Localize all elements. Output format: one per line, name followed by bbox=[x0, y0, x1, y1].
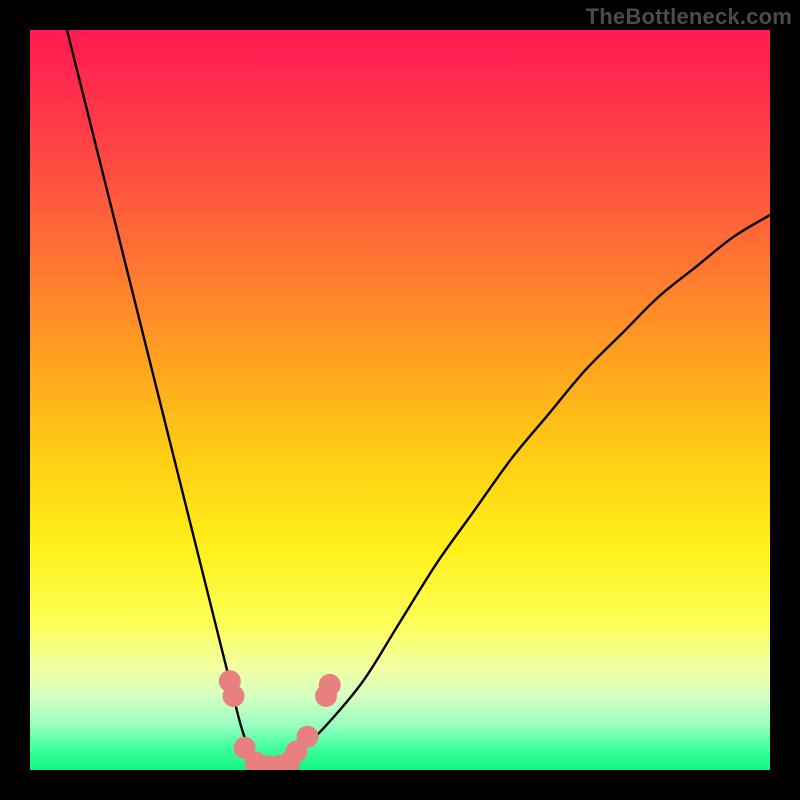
marker-point bbox=[297, 726, 319, 748]
chart-frame: TheBottleneck.com bbox=[0, 0, 800, 800]
bottleneck-curve bbox=[67, 30, 770, 770]
marker-point bbox=[319, 674, 341, 696]
curve-layer bbox=[30, 30, 770, 770]
plot-area bbox=[30, 30, 770, 770]
marker-point bbox=[223, 685, 245, 707]
highlighted-points bbox=[219, 670, 341, 770]
watermark-text: TheBottleneck.com bbox=[586, 4, 792, 30]
